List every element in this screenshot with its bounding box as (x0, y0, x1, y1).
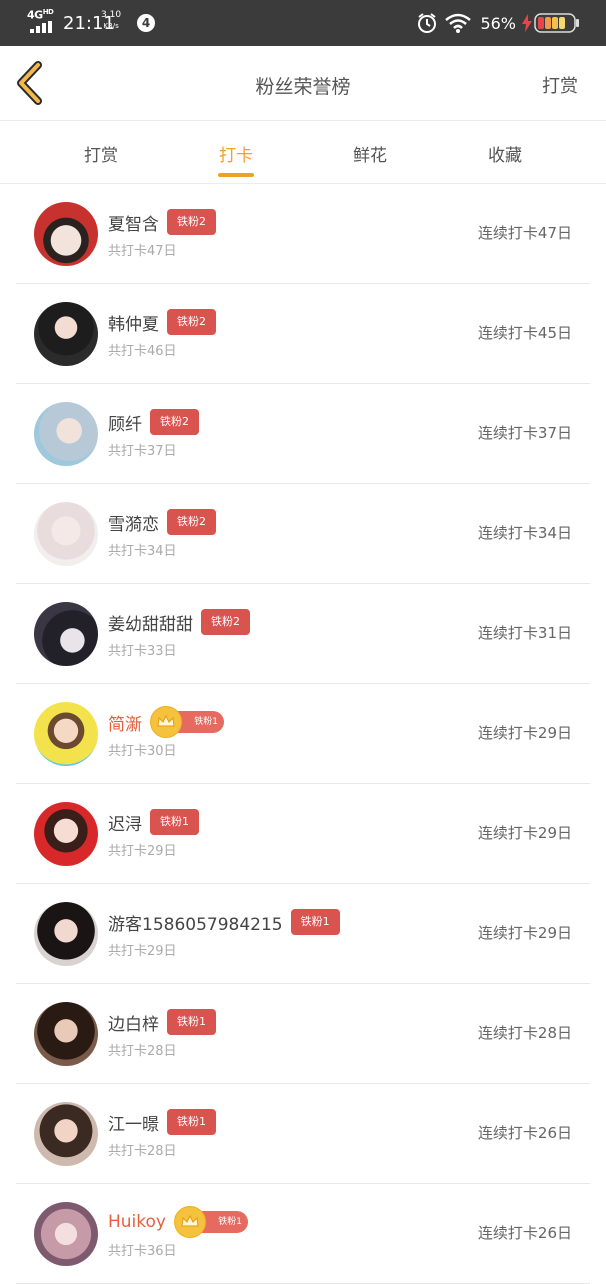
tip-action-button[interactable]: 打赏 (542, 72, 578, 98)
fan-name: 简澵 (108, 714, 142, 735)
total-checkin: 共打卡33日 (108, 644, 177, 659)
list-item[interactable]: 边白梓 铁粉1 共打卡28日 连续打卡28日 (0, 984, 606, 1084)
total-checkin: 共打卡36日 (108, 1244, 177, 1259)
crown-fan-badge: 铁粉1 (150, 706, 226, 738)
crown-fan-badge: 铁粉1 (173, 1206, 250, 1238)
tab-flowers[interactable]: 鲜花 (330, 141, 410, 166)
wifi-icon (445, 13, 472, 33)
total-checkin: 共打卡37日 (108, 444, 177, 459)
fan-level-badge: 铁粉1 (167, 1109, 216, 1135)
status-right-group: 56% (416, 11, 580, 35)
tab-favorites[interactable]: 收藏 (465, 141, 545, 166)
page-title: 粉丝荣誉榜 (255, 76, 351, 98)
streak-checkin: 连续打卡29日 (477, 824, 572, 842)
total-checkin: 共打卡29日 (108, 844, 177, 859)
charging-icon (522, 14, 532, 32)
fan-name: Huikoy (108, 1212, 166, 1232)
total-checkin: 共打卡29日 (108, 944, 177, 959)
list-item[interactable]: 姜幼甜甜甜 铁粉2 共打卡33日 连续打卡31日 (0, 584, 606, 684)
streak-checkin: 连续打卡26日 (477, 1124, 572, 1142)
fan-name: 顾纤 (108, 414, 142, 435)
avatar (34, 902, 98, 966)
list-item[interactable]: 迟浔 铁粉1 共打卡29日 连续打卡29日 (0, 784, 606, 884)
fan-level-badge: 铁粉2 (167, 309, 216, 335)
streak-checkin: 连续打卡45日 (477, 324, 572, 342)
list-item[interactable]: 夏智含 铁粉2 共打卡47日 连续打卡47日 (0, 184, 606, 284)
list-item[interactable]: 简澵 铁粉1 共打卡30日 连续打卡29日 (0, 684, 606, 784)
network-type: 4GHD (27, 8, 54, 22)
avatar (34, 202, 98, 266)
streak-checkin: 连续打卡31日 (477, 624, 572, 642)
fan-name: 韩仲夏 (108, 314, 159, 335)
total-checkin: 共打卡47日 (108, 244, 177, 259)
fan-name: 游客1586057984215 (108, 914, 283, 935)
streak-checkin: 连续打卡29日 (477, 924, 572, 942)
avatar (34, 502, 98, 566)
crown-icon (173, 1206, 206, 1238)
streak-checkin: 连续打卡28日 (477, 1024, 572, 1042)
battery-percent: 56% (480, 13, 516, 33)
signal-icon (30, 21, 54, 33)
fan-level-badge: 铁粉2 (167, 509, 216, 535)
battery-icon (534, 13, 579, 33)
streak-checkin: 连续打卡29日 (477, 724, 572, 742)
fan-level-badge: 铁粉1 (167, 1009, 216, 1035)
fan-name: 夏智含 (108, 214, 159, 235)
avatar (34, 1002, 98, 1066)
crown-icon (150, 706, 182, 738)
streak-checkin: 连续打卡47日 (477, 224, 572, 242)
fan-name: 雪漪恋 (108, 514, 159, 535)
streak-checkin: 连续打卡34日 (477, 524, 572, 542)
fan-level-badge: 铁粉1 (290, 909, 340, 935)
avatar (34, 302, 98, 366)
avatar (34, 402, 98, 466)
tab-checkin[interactable]: 打卡 (196, 141, 276, 166)
streak-checkin: 连续打卡37日 (477, 424, 572, 442)
fan-name: 边白梓 (108, 1014, 159, 1035)
fan-level-badge: 铁粉2 (167, 209, 216, 235)
fan-level-badge: 铁粉1 (150, 809, 199, 835)
list-item[interactable]: Huikoy 铁粉1 共打卡36日 连续打卡26日 (0, 1184, 606, 1284)
avatar (34, 802, 98, 866)
list-item[interactable]: 韩仲夏 铁粉2 共打卡46日 连续打卡45日 (0, 284, 606, 384)
app-header: 粉丝荣誉榜 打赏 (0, 46, 606, 121)
total-checkin: 共打卡28日 (108, 1144, 177, 1159)
total-checkin: 共打卡28日 (108, 1044, 177, 1059)
fan-name: 迟浔 (108, 814, 142, 835)
avatar (34, 602, 98, 666)
fan-name: 江一暻 (108, 1114, 159, 1135)
total-checkin: 共打卡46日 (108, 344, 177, 359)
notification-count-badge: 4 (137, 14, 155, 32)
active-tab-indicator (218, 173, 254, 177)
avatar (34, 702, 98, 766)
fan-level-badge: 铁粉2 (150, 409, 199, 435)
total-checkin: 共打卡30日 (108, 744, 177, 759)
fan-ranking-list: 夏智含 铁粉2 共打卡47日 连续打卡47日 韩仲夏 铁粉2 共打卡46日 连续打卡… (0, 184, 606, 1284)
status-bar: 4GHD 21:11 3.10 KB/s 4 56% (0, 0, 606, 46)
fan-name: 姜幼甜甜甜 (108, 614, 193, 635)
list-item[interactable]: 游客1586057984215 铁粉1 共打卡29日 连续打卡29日 (0, 884, 606, 984)
network-speed: 3.10 KB/s (101, 10, 122, 30)
tab-reward[interactable]: 打赏 (61, 141, 141, 166)
alarm-icon (418, 13, 437, 33)
total-checkin: 共打卡34日 (108, 544, 177, 559)
list-item[interactable]: 雪漪恋 铁粉2 共打卡34日 连续打卡34日 (0, 484, 606, 584)
fan-level-badge: 铁粉2 (201, 609, 250, 635)
list-item[interactable]: 顾纤 铁粉2 共打卡37日 连续打卡37日 (0, 384, 606, 484)
avatar (34, 1102, 98, 1166)
tab-bar: 打赏 打卡 鲜花 收藏 (0, 121, 606, 184)
list-item[interactable]: 江一暻 铁粉1 共打卡28日 连续打卡26日 (0, 1084, 606, 1184)
streak-checkin: 连续打卡26日 (477, 1224, 572, 1242)
avatar (34, 1202, 98, 1266)
